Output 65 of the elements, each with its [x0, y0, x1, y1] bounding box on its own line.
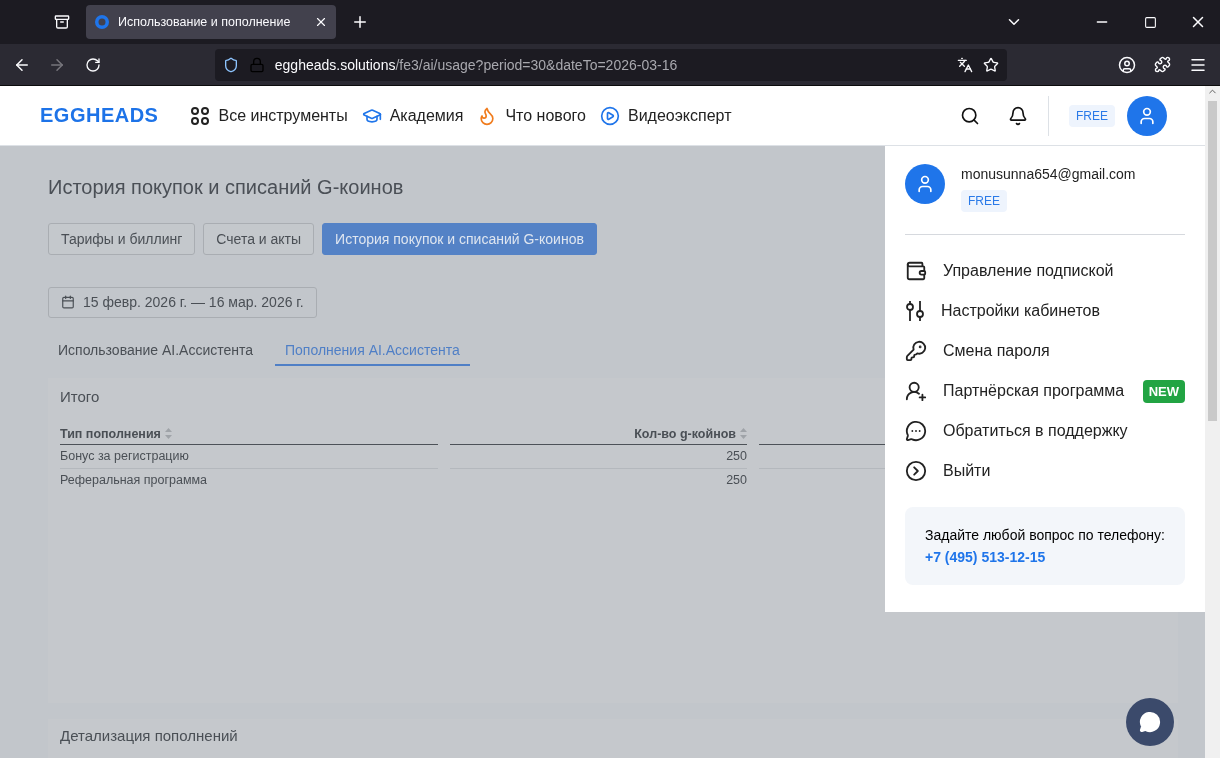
menu-item[interactable]: Смена пароля: [905, 331, 1185, 371]
table-cell-text: 250: [725, 471, 747, 489]
menu-item[interactable]: Обратиться в поддержку: [905, 411, 1185, 451]
avatar-button[interactable]: [1127, 95, 1167, 136]
menu-item-label: Обратиться в поддержку: [943, 422, 1129, 440]
date-range-text: 15 февр. 2026 г. — 16 мар. 2026 г.: [83, 294, 304, 311]
plan-badge: FREE: [961, 190, 1007, 212]
logo: EGGHEADS: [40, 104, 159, 127]
date-range-field[interactable]: 15 февр. 2026 г. — 16 мар. 2026 г.: [48, 287, 317, 318]
nav-link[interactable]: Видеоэксперт: [599, 105, 732, 126]
sort-icon: [164, 428, 172, 440]
subtab[interactable]: Использование AI.Ассистента: [48, 335, 263, 366]
table-cell: Бонус за регистрацию: [60, 444, 438, 469]
chat-bubble-icon: [1139, 711, 1161, 733]
nav-link[interactable]: Все инструменты: [190, 105, 348, 126]
calendar-icon: [61, 295, 75, 310]
section-tab[interactable]: Счета и акты: [203, 223, 315, 255]
user-email: monusunna654@gmail.com: [961, 166, 1136, 182]
site-favicon: [94, 14, 110, 30]
table-cell: 250: [450, 444, 747, 469]
menu-item[interactable]: Выйти: [905, 451, 1185, 491]
contact-text: Задайте любой вопрос по телефону:: [925, 527, 1165, 543]
column-header-text: Тип пополнения: [60, 426, 161, 441]
close-icon[interactable]: [314, 15, 328, 29]
page-title: История покупок и списаний G-коинов: [48, 176, 404, 199]
menu-item[interactable]: Настройки кабинетов: [905, 291, 1185, 331]
section-tab[interactable]: Тарифы и биллинг: [48, 223, 196, 255]
menu-item-label: Выйти: [943, 462, 992, 480]
menu-item-label: Смена пароля: [943, 342, 1051, 360]
wallet-icon: [905, 260, 927, 282]
bookmark-star-icon[interactable]: [983, 56, 1000, 73]
column-header-text: Кол-во g-койнов: [634, 426, 736, 441]
translate-icon[interactable]: [957, 56, 974, 73]
column-header[interactable]: Тип пополнения: [60, 424, 438, 445]
user-icon: [1137, 105, 1157, 126]
plan-badge: FREE: [1069, 104, 1115, 127]
menu-item[interactable]: Партнёрская программа NEW: [905, 371, 1185, 411]
menu-item-label: Управление подпиской: [943, 262, 1115, 280]
nav-link[interactable]: Академия: [361, 105, 464, 126]
sliders-icon: [905, 300, 925, 322]
logout-icon: [905, 460, 927, 482]
new-badge: NEW: [1142, 379, 1185, 403]
play-icon: [599, 105, 620, 126]
address-bar[interactable]: eggheads.solutions/fe3/ai/usage?period=30&dateTo=2026-03-16: [214, 48, 1008, 81]
url-text: eggheads.solutions/fe3/ai/usage?period=30&dateTo=2026-03-16: [274, 56, 679, 73]
sort-icon: [740, 428, 747, 440]
nav-link[interactable]: Что нового: [477, 105, 586, 126]
grid-icon: [190, 105, 211, 126]
shield-icon: [222, 56, 239, 73]
menu-item-label: Настройки кабинетов: [941, 302, 1101, 320]
lock-icon: [248, 56, 265, 73]
card-title: Итого: [60, 387, 100, 405]
table-cell-text: Реферальная программа: [60, 471, 209, 489]
menu-item[interactable]: Управление подпиской: [905, 251, 1185, 291]
tab-title: Использование и пополнение: [118, 15, 292, 29]
card-title: Детализация пополнений: [60, 726, 238, 744]
phone-link[interactable]: +7 (495) 513-12-15: [925, 549, 1165, 565]
browser-tab[interactable]: Использование и пополнение: [86, 5, 336, 39]
key-icon: [905, 340, 927, 362]
user-plus-icon: [905, 380, 927, 402]
scrollbar-thumb[interactable]: [1208, 101, 1217, 421]
menu-item-label: Партнёрская программа: [943, 382, 1126, 400]
chat-bubble-icon: [905, 420, 927, 442]
column-header[interactable]: Кол-во g-койнов: [450, 424, 747, 445]
user-icon: [915, 174, 935, 194]
